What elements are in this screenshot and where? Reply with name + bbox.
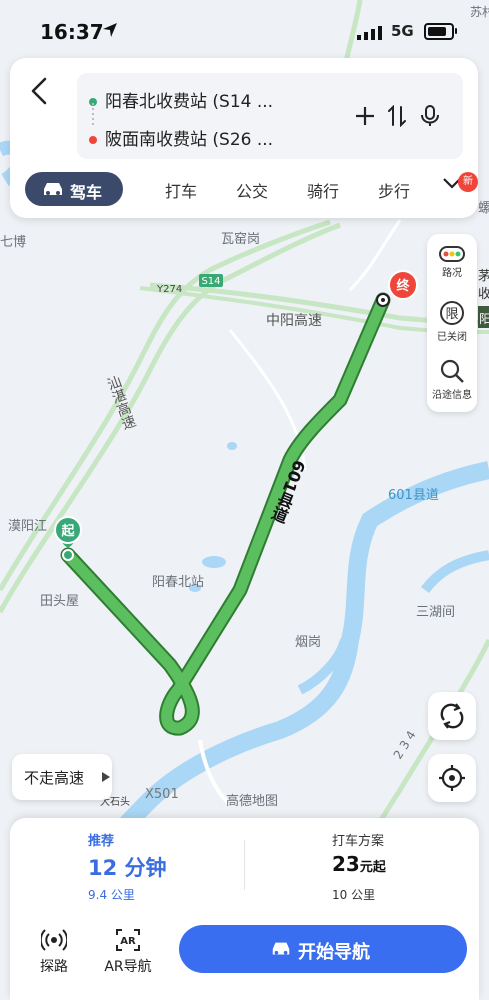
route-duration: 12 分钟 xyxy=(88,856,167,880)
map-label-wayaogang: 瓦窑岗 xyxy=(221,231,260,247)
broadcast-icon xyxy=(41,929,67,951)
taxi-price-suffix: 元起 xyxy=(359,860,386,875)
map-badge-4: 阳 xyxy=(479,312,489,326)
mode-transit[interactable]: 公交 xyxy=(236,178,268,202)
restriction-icon: 限 xyxy=(440,301,464,325)
destination-text: 陂面南收费站 (S26 ... xyxy=(105,130,274,150)
route-distance: 9.4 公里 xyxy=(88,888,135,902)
ar-nav-button[interactable]: AR AR导航 xyxy=(98,928,158,976)
battery-icon xyxy=(424,23,454,40)
map-label-tiantouwu: 阳春北站 xyxy=(152,575,204,590)
explore-label: 探路 xyxy=(40,959,68,975)
avoid-highway-button[interactable]: 不走高速 xyxy=(12,754,112,800)
destination-field[interactable]: 陂面南收费站 (S26 ... xyxy=(89,125,273,150)
mode-walk[interactable]: 步行 xyxy=(378,178,410,202)
map-label-yangang: 田头屋 xyxy=(40,594,79,609)
travel-modes: 驾车 打车 公交 骑行 步行 xyxy=(25,172,470,208)
destination-dot-icon xyxy=(89,136,97,144)
car-icon xyxy=(44,183,62,195)
battery-tip xyxy=(455,28,457,34)
mode-taxi[interactable]: 打车 xyxy=(165,178,197,202)
map-label-maopoyuan: 高德地图 xyxy=(226,793,278,809)
map-badge-s14: S14 xyxy=(201,276,220,287)
map-label-qibo: 七博 xyxy=(0,235,26,250)
ar-nav-label: AR导航 xyxy=(104,959,152,975)
restriction-button[interactable]: 限 已关闭 xyxy=(427,300,477,343)
crosshair-icon xyxy=(439,765,465,791)
restriction-label: 已关闭 xyxy=(437,332,467,343)
new-badge: 新 xyxy=(458,172,478,192)
route-connector xyxy=(92,103,94,125)
avoid-highway-label: 不走高速 xyxy=(24,769,85,787)
map-tools-panel: 路况 限 已关闭 沿途信息 xyxy=(427,234,477,412)
back-icon[interactable] xyxy=(28,76,52,106)
taxi-price-value: 23 xyxy=(332,852,360,876)
ar-icon: AR xyxy=(116,929,140,951)
triangle-right-icon xyxy=(102,772,110,782)
add-waypoint-icon[interactable] xyxy=(354,105,376,127)
mode-drive[interactable]: 驾车 xyxy=(25,172,123,206)
along-route-button[interactable]: 沿途信息 xyxy=(427,358,477,401)
map-label-zhongyang-expressway: 中阳高速 xyxy=(266,312,322,329)
map-label-gaode: X501 xyxy=(145,787,179,802)
start-navigation-label: 开始导航 xyxy=(298,942,370,963)
map-label-luo: 螺 xyxy=(478,201,489,216)
car-icon xyxy=(272,942,290,955)
map-label-y274: Y274 xyxy=(156,284,182,295)
map-label-muyang-river: 601县道 xyxy=(388,488,439,503)
start-marker-label: 起 xyxy=(60,523,75,539)
taxi-price: 23元起 xyxy=(332,852,386,876)
network-type: 5G xyxy=(391,22,414,40)
mode-bike[interactable]: 骑行 xyxy=(307,178,339,202)
taxi-distance: 10 公里 xyxy=(332,888,376,902)
end-marker-label: 终 xyxy=(396,278,410,294)
locate-me-button[interactable] xyxy=(428,754,476,802)
taxi-label: 打车方案 xyxy=(332,834,385,849)
restriction-icon-text: 限 xyxy=(445,307,458,322)
map-label-shou: 茅坡元 xyxy=(478,269,489,284)
traffic-icon xyxy=(439,246,465,262)
divider xyxy=(244,840,245,890)
map-label-yangchun-north: 漠阳江 xyxy=(8,519,47,534)
route-input-box: 阳春北收费站 (S14 ... 陂面南收费站 (S26 ... xyxy=(77,73,463,159)
recommend-label: 推荐 xyxy=(88,834,115,849)
refresh-icon xyxy=(440,703,464,729)
microphone-icon[interactable] xyxy=(419,105,441,127)
start-navigation-button[interactable]: 开始导航 xyxy=(179,925,467,973)
map-label-dashitou: 三湖间 xyxy=(416,605,455,620)
map-label-sanhujian: 烟岗 xyxy=(295,635,321,650)
svg-text:AR: AR xyxy=(120,936,136,947)
refresh-route-button[interactable] xyxy=(428,692,476,740)
search-icon xyxy=(440,359,464,383)
swap-route-icon[interactable] xyxy=(386,105,408,127)
traffic-label: 路况 xyxy=(442,268,462,279)
signal-icon xyxy=(357,26,382,40)
traffic-button[interactable]: 路况 xyxy=(427,246,477,279)
location-arrow-icon xyxy=(103,23,117,37)
origin-text: 阳春北收费站 (S14 ... xyxy=(105,92,274,112)
route-card: 阳春北收费站 (S14 ... 陂面南收费站 (S26 ... 驾车 打车 公交… xyxy=(10,58,478,218)
route-summary-panel: 推荐 12 分钟 9.4 公里 打车方案 23元起 10 公里 探路 AR AR… xyxy=(10,818,479,1000)
origin-field[interactable]: 阳春北收费站 (S14 ... xyxy=(89,87,273,112)
map-label-yang: 收 xyxy=(478,287,489,302)
explore-button[interactable]: 探路 xyxy=(24,928,84,976)
along-route-label: 沿途信息 xyxy=(432,390,472,401)
status-time: 16:37 xyxy=(40,20,104,44)
mode-drive-label: 驾车 xyxy=(70,183,103,202)
status-bar: 16:37 5G xyxy=(0,0,489,56)
